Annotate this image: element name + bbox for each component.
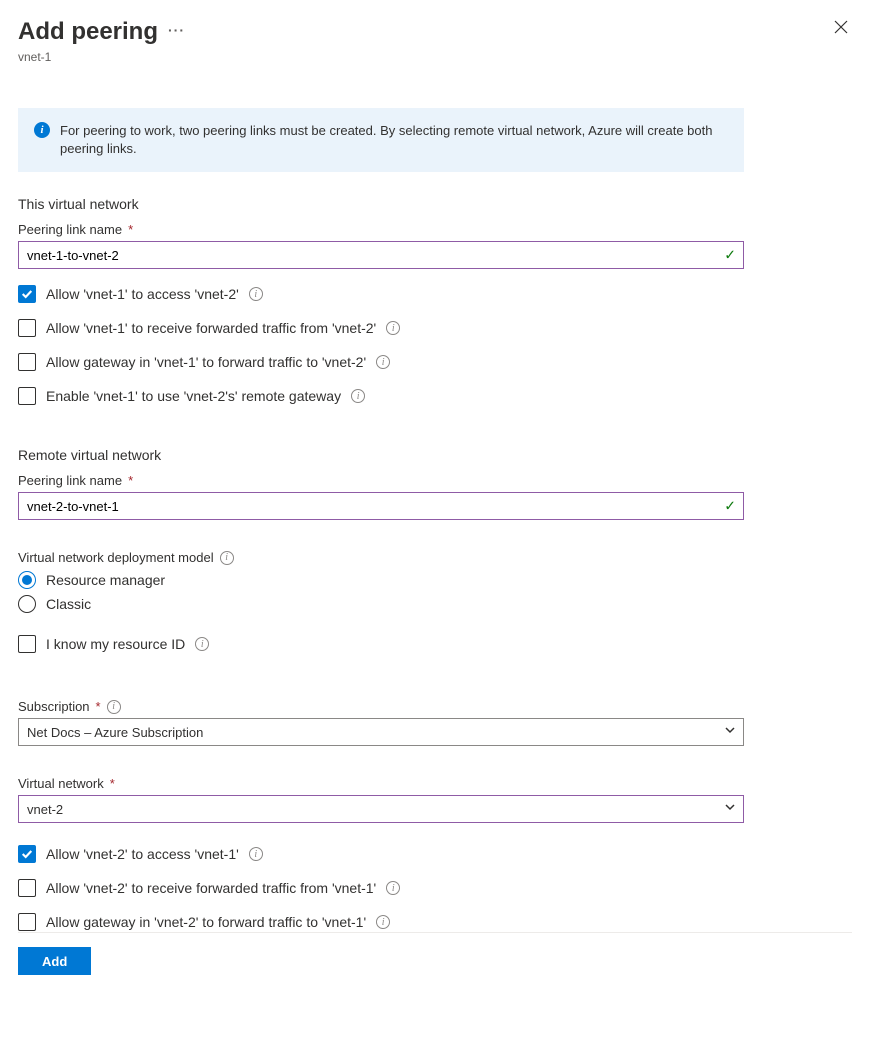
help-icon[interactable]: i bbox=[376, 355, 390, 369]
remote-allow-forwarded-label: Allow 'vnet-2' to receive forwarded traf… bbox=[46, 880, 376, 896]
more-actions-button[interactable]: ··· bbox=[168, 16, 185, 48]
section-this-vnet-heading: This virtual network bbox=[18, 196, 744, 212]
this-allow-gateway-checkbox[interactable] bbox=[18, 353, 36, 371]
page-subtitle: vnet-1 bbox=[18, 50, 830, 64]
help-icon[interactable]: i bbox=[386, 321, 400, 335]
help-icon[interactable]: i bbox=[249, 287, 263, 301]
remote-allow-access-checkbox[interactable] bbox=[18, 845, 36, 863]
help-icon[interactable]: i bbox=[107, 700, 121, 714]
this-link-name-label-text: Peering link name bbox=[18, 222, 122, 237]
help-icon[interactable]: i bbox=[376, 915, 390, 929]
close-button[interactable] bbox=[830, 16, 852, 42]
add-button[interactable]: Add bbox=[18, 947, 91, 975]
deployment-model-classic-radio[interactable] bbox=[18, 595, 36, 613]
help-icon[interactable]: i bbox=[386, 881, 400, 895]
vnet-select-value: vnet-2 bbox=[27, 802, 63, 817]
this-allow-access-checkbox[interactable] bbox=[18, 285, 36, 303]
remote-allow-forwarded-checkbox[interactable] bbox=[18, 879, 36, 897]
this-allow-forwarded-checkbox[interactable] bbox=[18, 319, 36, 337]
deployment-model-rm-label: Resource manager bbox=[46, 572, 165, 588]
deployment-model-label: Virtual network deployment model i bbox=[18, 550, 744, 565]
vnet-select[interactable]: vnet-2 bbox=[18, 795, 744, 823]
section-remote-vnet-heading: Remote virtual network bbox=[18, 447, 744, 463]
deployment-model-rm-radio[interactable] bbox=[18, 571, 36, 589]
deployment-model-label-text: Virtual network deployment model bbox=[18, 550, 214, 565]
required-indicator: * bbox=[128, 222, 133, 237]
info-banner-text: For peering to work, two peering links m… bbox=[60, 122, 728, 158]
help-icon[interactable]: i bbox=[351, 389, 365, 403]
required-indicator: * bbox=[96, 699, 101, 714]
vnet-label-text: Virtual network bbox=[18, 776, 104, 791]
know-resource-id-checkbox[interactable] bbox=[18, 635, 36, 653]
info-banner: i For peering to work, two peering links… bbox=[18, 108, 744, 172]
help-icon[interactable]: i bbox=[195, 637, 209, 651]
subscription-label: Subscription * i bbox=[18, 699, 744, 714]
help-icon[interactable]: i bbox=[220, 551, 234, 565]
close-icon bbox=[834, 20, 848, 34]
this-allow-access-label: Allow 'vnet-1' to access 'vnet-2' bbox=[46, 286, 239, 302]
know-resource-id-label: I know my resource ID bbox=[46, 636, 185, 652]
subscription-select[interactable]: Net Docs – Azure Subscription bbox=[18, 718, 744, 746]
remote-link-name-label: Peering link name * bbox=[18, 473, 744, 488]
page-title-text: Add peering bbox=[18, 18, 158, 46]
this-link-name-input[interactable] bbox=[18, 241, 744, 269]
required-indicator: * bbox=[128, 473, 133, 488]
deployment-model-classic-label: Classic bbox=[46, 596, 91, 612]
vnet-label: Virtual network * bbox=[18, 776, 744, 791]
subscription-label-text: Subscription bbox=[18, 699, 90, 714]
remote-allow-gateway-label: Allow gateway in 'vnet-2' to forward tra… bbox=[46, 914, 366, 930]
this-link-name-label: Peering link name * bbox=[18, 222, 744, 237]
remote-allow-access-label: Allow 'vnet-2' to access 'vnet-1' bbox=[46, 846, 239, 862]
page-title: Add peering ··· bbox=[18, 16, 830, 48]
this-use-remote-gateway-label: Enable 'vnet-1' to use 'vnet-2's' remote… bbox=[46, 388, 341, 404]
info-icon: i bbox=[34, 122, 50, 138]
help-icon[interactable]: i bbox=[249, 847, 263, 861]
subscription-select-value: Net Docs – Azure Subscription bbox=[27, 725, 203, 740]
remote-link-name-label-text: Peering link name bbox=[18, 473, 122, 488]
required-indicator: * bbox=[110, 776, 115, 791]
this-use-remote-gateway-checkbox[interactable] bbox=[18, 387, 36, 405]
this-allow-forwarded-label: Allow 'vnet-1' to receive forwarded traf… bbox=[46, 320, 376, 336]
this-allow-gateway-label: Allow gateway in 'vnet-1' to forward tra… bbox=[46, 354, 366, 370]
remote-link-name-input[interactable] bbox=[18, 492, 744, 520]
remote-allow-gateway-checkbox[interactable] bbox=[18, 913, 36, 931]
